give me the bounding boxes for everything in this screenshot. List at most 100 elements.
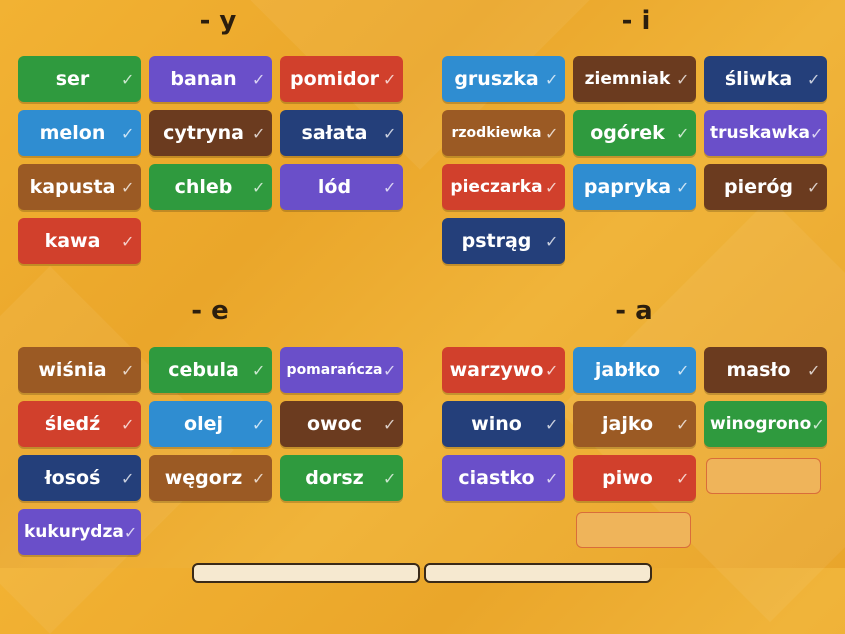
check-icon: ✓ — [676, 360, 690, 380]
word-tile[interactable]: łosoś ✓ — [18, 455, 141, 501]
word-tile[interactable]: śledź ✓ — [18, 401, 141, 447]
check-icon: ✓ — [545, 414, 559, 434]
word-tile[interactable]: ziemniak ✓ — [573, 56, 696, 102]
word-tile[interactable]: ogórek ✓ — [573, 110, 696, 156]
word-tile-label: gruszka — [454, 68, 539, 90]
word-tile-label: melon — [39, 122, 106, 144]
check-icon: ✓ — [383, 360, 397, 380]
word-tile[interactable]: wiśnia ✓ — [18, 347, 141, 393]
word-tile[interactable]: owoc ✓ — [280, 401, 403, 447]
check-icon: ✓ — [676, 414, 690, 434]
word-tile[interactable]: pstrąg ✓ — [442, 218, 565, 264]
word-tile[interactable]: papryka ✓ — [573, 164, 696, 210]
check-icon: ✓ — [121, 123, 135, 143]
word-tile[interactable]: truskawka ✓ — [704, 110, 827, 156]
word-tile[interactable]: chleb ✓ — [149, 164, 272, 210]
check-icon: ✓ — [383, 123, 397, 143]
check-icon: ✓ — [383, 468, 397, 488]
word-tile-label: kawa — [44, 230, 101, 252]
word-tile[interactable]: piwo ✓ — [573, 455, 696, 501]
word-tile-label: lód — [317, 176, 352, 198]
check-icon: ✓ — [121, 69, 135, 89]
word-tile-label: olej — [184, 413, 223, 435]
word-tile[interactable]: pieróg ✓ — [704, 164, 827, 210]
word-tile[interactable]: śliwka ✓ — [704, 56, 827, 102]
bottom-button-left[interactable] — [192, 563, 420, 583]
check-icon: ✓ — [383, 69, 397, 89]
word-tile-label: banan — [170, 68, 237, 90]
word-tile-label: piwo — [602, 467, 653, 489]
word-tile[interactable]: kukurydza ✓ — [18, 509, 141, 555]
word-tile[interactable]: cebula ✓ — [149, 347, 272, 393]
word-tile[interactable]: melon ✓ — [18, 110, 141, 156]
word-tile[interactable]: cytryna ✓ — [149, 110, 272, 156]
check-icon: ✓ — [811, 414, 825, 434]
word-tile-label: truskawka — [710, 123, 810, 143]
check-icon: ✓ — [545, 69, 559, 89]
bottom-button-right[interactable] — [424, 563, 652, 583]
word-tile-label: wiśnia — [38, 359, 107, 381]
word-tile[interactable]: gruszka ✓ — [442, 56, 565, 102]
word-tile-label: ziemniak — [584, 69, 671, 89]
group-title: - y — [199, 6, 237, 36]
word-tile-label: sałata — [301, 122, 368, 144]
word-tile-label: pomidor — [290, 68, 379, 90]
check-icon: ✓ — [121, 468, 135, 488]
check-icon: ✓ — [545, 177, 559, 197]
check-icon: ✓ — [676, 177, 690, 197]
word-tile-label: cytryna — [163, 122, 244, 144]
word-tile[interactable]: warzywo ✓ — [442, 347, 565, 393]
word-tile-label: warzywo — [449, 359, 544, 381]
check-icon: ✓ — [676, 468, 690, 488]
check-icon: ✓ — [676, 123, 690, 143]
word-tile[interactable]: pieczarka ✓ — [442, 164, 565, 210]
check-icon: ✓ — [807, 177, 821, 197]
word-tile-label: śliwka — [724, 68, 793, 90]
word-tile-label: chleb — [174, 176, 233, 198]
word-tile[interactable]: wino ✓ — [442, 401, 565, 447]
word-tile-label: winogrono — [710, 414, 812, 434]
word-tile[interactable]: pomidor ✓ — [280, 56, 403, 102]
group-title: - e — [191, 296, 229, 326]
word-tile[interactable]: winogrono ✓ — [704, 401, 827, 447]
word-tile[interactable]: dorsz ✓ — [280, 455, 403, 501]
check-icon: ✓ — [121, 177, 135, 197]
check-icon: ✓ — [123, 522, 138, 542]
word-tile[interactable]: jabłko ✓ — [573, 347, 696, 393]
word-tile[interactable]: lód ✓ — [280, 164, 403, 210]
check-icon: ✓ — [383, 414, 397, 434]
empty-drop-slot[interactable] — [706, 458, 821, 494]
check-icon: ✓ — [121, 360, 135, 380]
word-tile[interactable]: ser ✓ — [18, 56, 141, 102]
word-tile-label: kukurydza — [24, 522, 124, 542]
check-icon: ✓ — [252, 69, 266, 89]
check-icon: ✓ — [810, 123, 824, 143]
word-tile-label: masło — [726, 359, 791, 381]
word-tile[interactable]: ciastko ✓ — [442, 455, 565, 501]
word-tile[interactable]: jajko ✓ — [573, 401, 696, 447]
word-tile[interactable]: węgorz ✓ — [149, 455, 272, 501]
word-tile[interactable]: masło ✓ — [704, 347, 827, 393]
word-tile-label: ciastko — [458, 467, 535, 489]
word-tile-label: łosoś — [44, 467, 101, 489]
check-icon: ✓ — [807, 69, 821, 89]
word-tile[interactable]: banan ✓ — [149, 56, 272, 102]
word-tile[interactable]: sałata ✓ — [280, 110, 403, 156]
word-tile[interactable]: kawa ✓ — [18, 218, 141, 264]
word-tile[interactable]: kapusta ✓ — [18, 164, 141, 210]
word-tile[interactable]: pomarańcza ✓ — [280, 347, 403, 393]
empty-drop-slot[interactable] — [576, 512, 691, 548]
word-tile-label: owoc — [307, 413, 362, 435]
group-title: - a — [615, 296, 653, 326]
word-tile[interactable]: rzodkiewka ✓ — [442, 110, 565, 156]
word-tile-label: pieróg — [723, 176, 794, 198]
word-tile-label: rzodkiewka — [451, 125, 542, 141]
word-tile[interactable]: olej ✓ — [149, 401, 272, 447]
check-icon: ✓ — [252, 177, 266, 197]
check-icon: ✓ — [676, 69, 690, 89]
check-icon: ✓ — [121, 414, 135, 434]
check-icon: ✓ — [807, 360, 821, 380]
check-icon: ✓ — [252, 468, 266, 488]
word-tile-label: wino — [471, 413, 522, 435]
word-tile-label: pstrąg — [461, 230, 532, 252]
